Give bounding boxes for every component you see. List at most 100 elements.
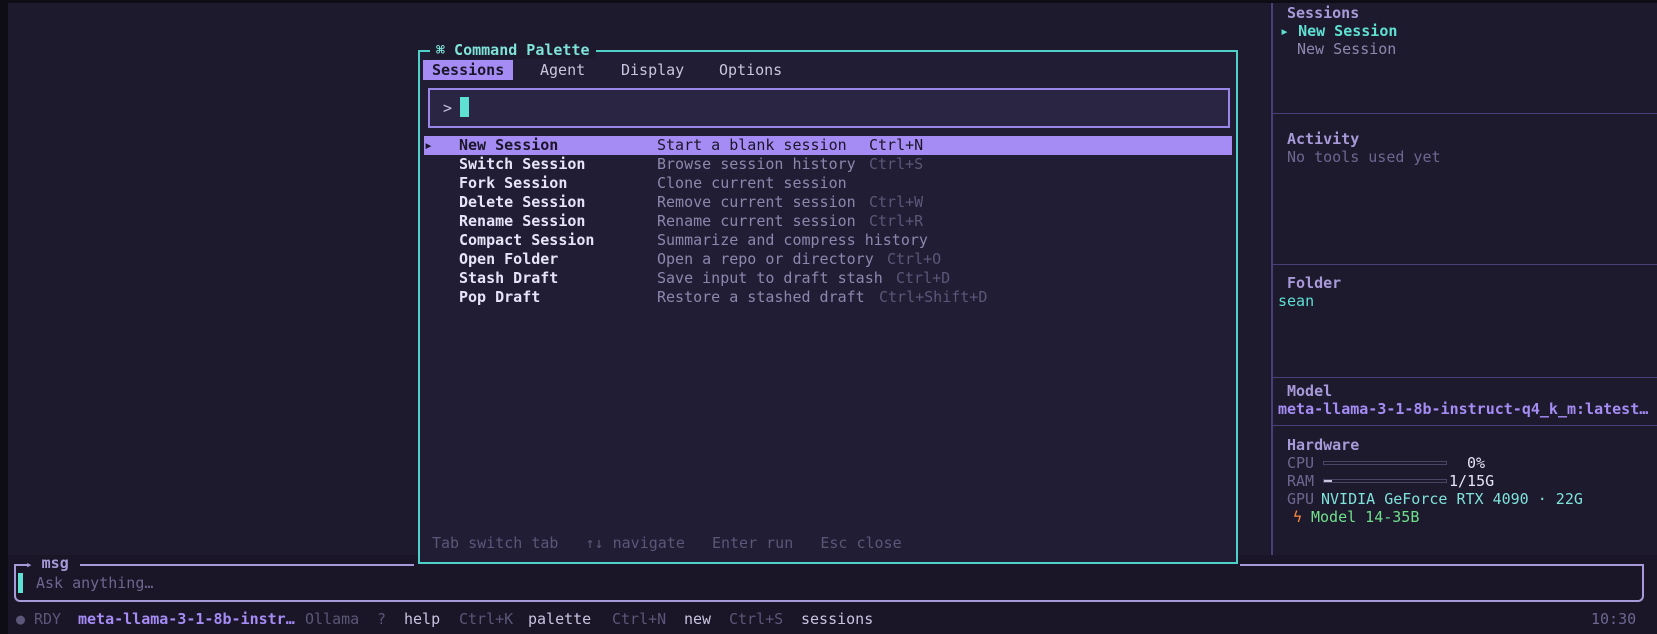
prompt-glyph: > bbox=[443, 99, 453, 117]
command-item[interactable]: Switch Session Browse session history Ctrl… bbox=[424, 155, 1232, 174]
shortcut-label[interactable]: palette bbox=[528, 610, 591, 628]
session-item-active[interactable]: ▸ New Session bbox=[1280, 22, 1397, 40]
cpu-label: CPU bbox=[1287, 454, 1315, 472]
command-shortcut: Ctrl+R bbox=[869, 212, 924, 230]
command-name: Rename Session bbox=[459, 212, 586, 230]
command-shortcut: Ctrl+S bbox=[869, 155, 924, 173]
command-shortcut: Ctrl+D bbox=[896, 269, 951, 287]
folder-value[interactable]: sean bbox=[1278, 292, 1314, 310]
command-item[interactable]: Delete Session Remove current session Ctrl… bbox=[424, 193, 1232, 212]
command-name: Fork Session bbox=[459, 174, 568, 192]
message-label-text: msg bbox=[41, 554, 69, 572]
status-bar: ● RDY meta-llama-3-1-8b-instr… Ollama ? … bbox=[14, 610, 1644, 630]
cpu-value: 0% bbox=[1467, 454, 1486, 472]
command-description: Rename current session bbox=[657, 212, 856, 230]
command-description: Summarize and compress history bbox=[657, 231, 928, 249]
command-name: Open Folder bbox=[459, 250, 559, 268]
palette-title: ⌘ Command Palette bbox=[430, 41, 596, 59]
model-value[interactable]: meta-llama-3-1-8b-instruct-q4_k_m:latest… bbox=[1278, 400, 1654, 418]
command-item[interactable]: Pop Draft Restore a stashed draft Ctrl+Shi… bbox=[424, 288, 1232, 307]
command-name: Pop Draft bbox=[459, 288, 541, 306]
command-description: Clone current session bbox=[657, 174, 847, 192]
command-shortcut: Ctrl+W bbox=[869, 193, 924, 211]
message-input[interactable]: Ask anything… bbox=[36, 574, 153, 592]
folder-title: Folder bbox=[1287, 274, 1342, 292]
hint-key: ↑↓ bbox=[585, 534, 604, 552]
border-segment bbox=[80, 564, 414, 566]
divider bbox=[1273, 425, 1657, 426]
command-item[interactable]: Rename Session Rename current session Ctrl… bbox=[424, 212, 1232, 231]
command-item[interactable]: ▸ New Session Start a blank session Ctrl+N bbox=[424, 136, 1232, 155]
command-name: New Session bbox=[459, 136, 559, 154]
status-provider: Ollama bbox=[305, 610, 360, 628]
status-model[interactable]: meta-llama-3-1-8b-instr… bbox=[78, 610, 295, 628]
command-description: Restore a stashed draft bbox=[657, 288, 865, 306]
sessions-title: Sessions bbox=[1287, 4, 1360, 22]
command-item[interactable]: Stash Draft Save input to draft stash Ctrl… bbox=[424, 269, 1232, 288]
shortcut-key: Ctrl+N bbox=[612, 610, 667, 628]
cpu-bar bbox=[1323, 461, 1447, 465]
selection-arrow-icon: ▸ bbox=[424, 136, 434, 154]
command-name: Stash Draft bbox=[459, 269, 559, 287]
hint-label: navigate bbox=[612, 534, 685, 552]
play-icon: ▸ bbox=[26, 558, 33, 571]
ram-bar bbox=[1323, 479, 1447, 483]
command-description: Remove current session bbox=[657, 193, 856, 211]
text-cursor bbox=[18, 573, 23, 593]
command-shortcut: Ctrl+O bbox=[887, 250, 942, 268]
divider bbox=[1273, 113, 1657, 114]
border-segment bbox=[1240, 564, 1644, 566]
command-description: Open a repo or directory bbox=[657, 250, 874, 268]
status-dot-icon: ● bbox=[16, 610, 26, 628]
lightning-icon: ϟ bbox=[1293, 508, 1303, 526]
gpu-value: NVIDIA GeForce RTX 4090 · 22G bbox=[1321, 490, 1583, 508]
status-time: 10:30 bbox=[1591, 610, 1637, 628]
shortcut-key: Ctrl+S bbox=[729, 610, 784, 628]
activity-text: No tools used yet bbox=[1287, 148, 1441, 166]
tab-display[interactable]: Display bbox=[612, 60, 693, 80]
command-name: Switch Session bbox=[459, 155, 586, 173]
gpu-label: GPU bbox=[1287, 490, 1315, 508]
hint-key: Enter bbox=[711, 534, 758, 552]
hint-label: switch tab bbox=[468, 534, 559, 552]
command-name: Compact Session bbox=[459, 231, 595, 249]
ram-bar-fill bbox=[1324, 480, 1333, 482]
message-label: ▸ msg bbox=[26, 554, 69, 572]
model-title: Model bbox=[1287, 382, 1333, 400]
shortcut-key: ? bbox=[377, 610, 387, 628]
command-item[interactable]: Compact Session Summarize and compress hi… bbox=[424, 231, 1232, 250]
ram-label: RAM bbox=[1287, 472, 1315, 490]
hardware-title: Hardware bbox=[1287, 436, 1360, 454]
palette-hints: Tab switch tab ↑↓ navigate Enter run Esc… bbox=[432, 534, 902, 552]
tab-sessions[interactable]: Sessions bbox=[423, 60, 514, 80]
command-shortcut: Ctrl+Shift+D bbox=[879, 288, 988, 306]
message-input-box[interactable] bbox=[14, 564, 1644, 602]
shortcut-label[interactable]: new bbox=[684, 610, 711, 628]
hint-label: run bbox=[766, 534, 794, 552]
tab-options[interactable]: Options bbox=[710, 60, 791, 80]
divider bbox=[1273, 264, 1657, 265]
shortcut-label[interactable]: help bbox=[404, 610, 440, 628]
command-item[interactable]: Open Folder Open a repo or directory Ctrl+… bbox=[424, 250, 1232, 269]
command-shortcut: Ctrl+N bbox=[869, 136, 924, 154]
shortcut-key: Ctrl+K bbox=[459, 610, 514, 628]
hint-key: Esc bbox=[820, 534, 848, 552]
palette-search-input[interactable]: > bbox=[428, 88, 1230, 128]
tab-agent[interactable]: Agent bbox=[531, 60, 594, 80]
command-description: Save input to draft stash bbox=[657, 269, 883, 287]
text-cursor bbox=[460, 97, 469, 117]
ram-value: 1/15G bbox=[1449, 472, 1495, 490]
status-state: RDY bbox=[34, 610, 62, 628]
model-fit: Model 14-35B bbox=[1311, 508, 1420, 526]
hint-label: close bbox=[856, 534, 902, 552]
hint-key: Tab bbox=[432, 534, 460, 552]
session-item[interactable]: New Session bbox=[1297, 40, 1396, 58]
activity-title: Activity bbox=[1287, 130, 1360, 148]
shortcut-label[interactable]: sessions bbox=[801, 610, 873, 628]
command-description: Start a blank session bbox=[657, 136, 847, 154]
divider bbox=[1273, 377, 1657, 378]
command-item[interactable]: Fork Session Clone current session bbox=[424, 174, 1232, 193]
command-name: Delete Session bbox=[459, 193, 586, 211]
session-label: New Session bbox=[1298, 22, 1398, 40]
command-description: Browse session history bbox=[657, 155, 856, 173]
